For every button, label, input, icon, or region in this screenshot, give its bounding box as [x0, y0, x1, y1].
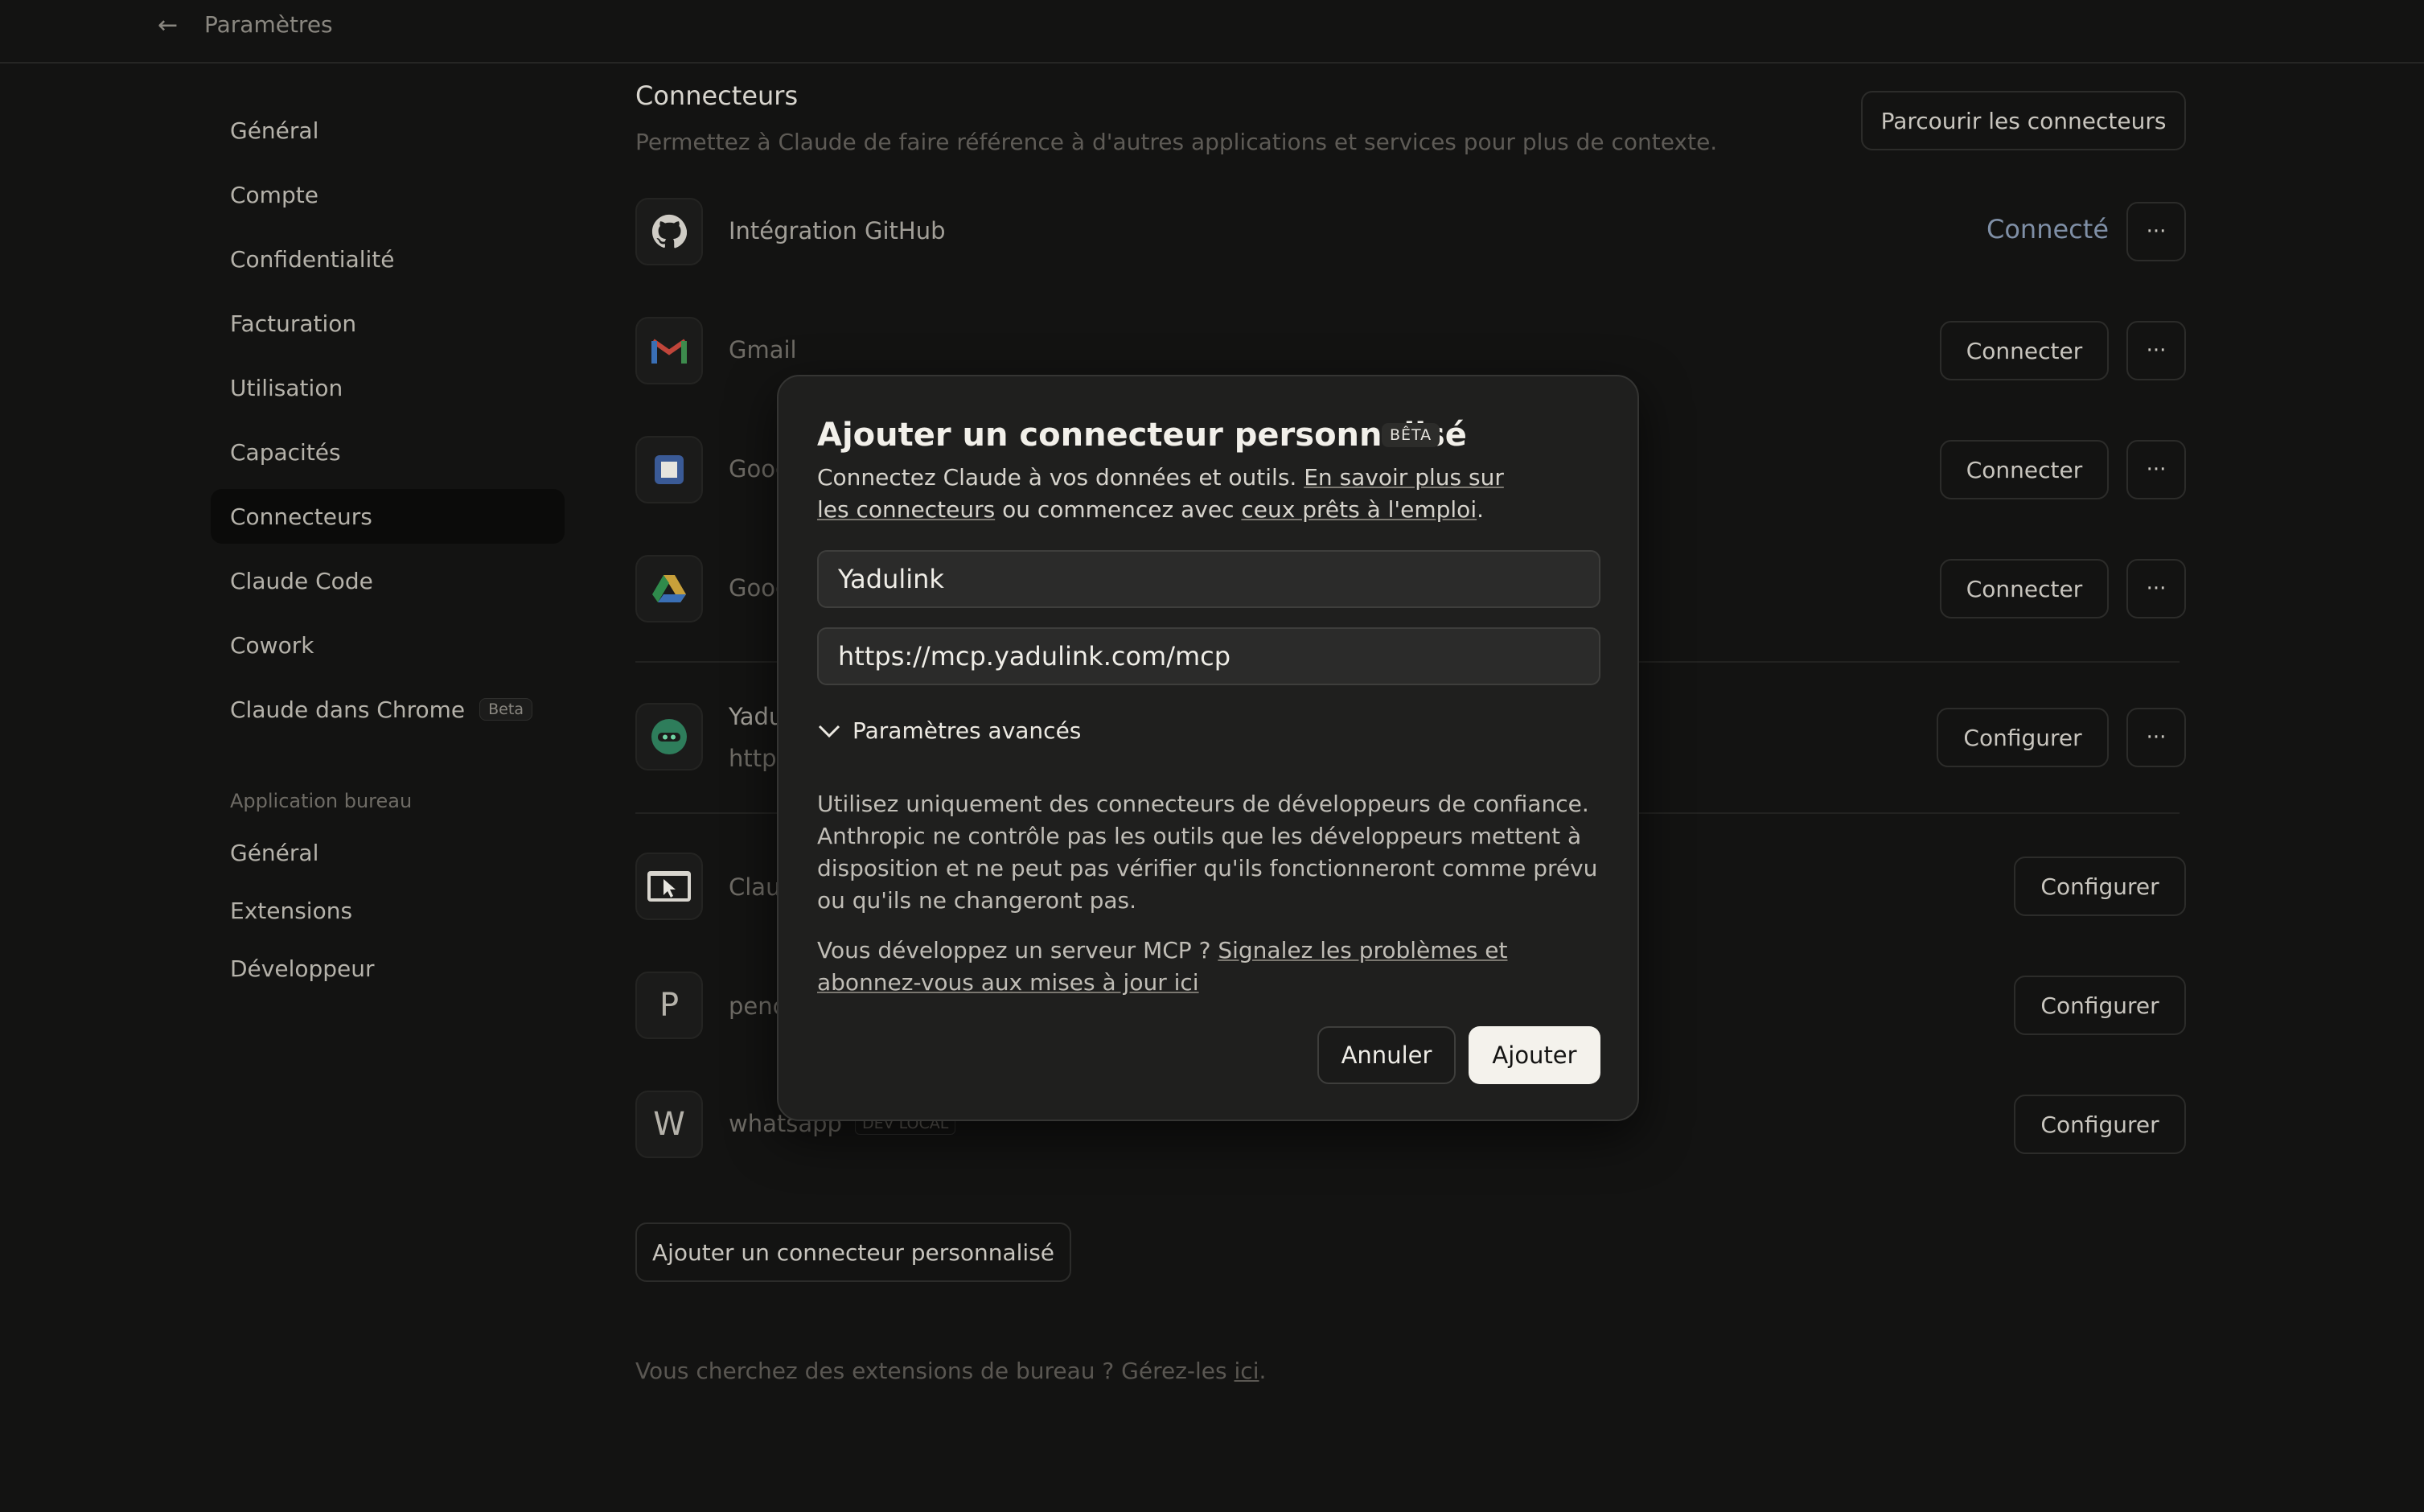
more-options-icon[interactable]: ··· [2126, 559, 2186, 618]
connector-name-gmail: Gmail [729, 336, 797, 364]
cancel-button[interactable]: Annuler [1317, 1026, 1456, 1084]
top-bar [0, 0, 2424, 64]
more-options-icon[interactable]: ··· [2126, 440, 2186, 499]
back-to-settings-link[interactable]: Paramètres [204, 11, 333, 38]
connected-status: Connecté [1986, 214, 2109, 244]
sidebar-section-title: Application bureau [230, 790, 413, 812]
connector-name-claude: Clau [729, 873, 781, 901]
sidebar-item-account[interactable]: Compte [211, 167, 565, 222]
cursor-window-icon [635, 853, 703, 920]
sidebar-item-label: Claude dans Chrome [230, 696, 466, 723]
connect-gmail-button[interactable]: Connecter [1940, 321, 2109, 380]
sidebar-item-desktop-general[interactable]: Général [211, 825, 565, 880]
add-custom-connector-dialog: Ajouter un connecteur personnalisé BÊTA … [777, 375, 1639, 1121]
configure-whatsapp-button[interactable]: Configurer [2014, 1095, 2186, 1154]
connect-google-drive-button[interactable]: Connecter [1940, 559, 2109, 618]
dialog-title: Ajouter un connecteur personnalisé [817, 417, 1467, 454]
sidebar-item-developer[interactable]: Développeur [211, 941, 565, 996]
sidebar-item-privacy[interactable]: Confidentialité [211, 232, 565, 286]
sidebar-item-claude-in-chrome[interactable]: Claude dans Chrome Beta [211, 682, 565, 737]
connector-name-yadulink: Yadu [729, 703, 784, 730]
github-icon [635, 198, 703, 265]
desc-text: . [1477, 496, 1484, 523]
mcp-text: Vous développez un serveur MCP ? [817, 937, 1218, 963]
manage-extensions-link[interactable]: ici [1235, 1358, 1259, 1384]
advanced-settings-toggle[interactable]: Paramètres avancés [817, 717, 1081, 744]
ready-to-use-link[interactable]: ceux prêts à l'emploi [1241, 496, 1477, 523]
gmail-icon [635, 317, 703, 384]
configure-p-button[interactable]: Configurer [2014, 976, 2186, 1035]
mcp-note: Vous développez un serveur MCP ? Signale… [817, 935, 1605, 999]
p-letter-icon: P [635, 972, 703, 1039]
yadulink-icon [635, 703, 703, 770]
sidebar-item-capabilities[interactable]: Capacités [211, 425, 565, 479]
footer-note: Vous cherchez des extensions de bureau ?… [635, 1358, 1266, 1384]
more-options-icon[interactable]: ··· [2126, 321, 2186, 380]
connector-name-github: Intégration GitHub [729, 217, 946, 244]
footer-end: . [1259, 1358, 1267, 1384]
google-drive-icon [635, 555, 703, 622]
w-letter-icon: W [635, 1091, 703, 1158]
trust-warning: Utilisez uniquement des connecteurs de d… [817, 791, 1598, 914]
page-title: Connecteurs [635, 80, 799, 111]
advanced-settings-label: Paramètres avancés [853, 717, 1082, 744]
beta-badge: Beta [479, 698, 532, 721]
configure-claude-button[interactable]: Configurer [2014, 857, 2186, 916]
sidebar-item-connectors[interactable]: Connecteurs [211, 489, 565, 544]
browse-connectors-button[interactable]: Parcourir les connecteurs [1861, 91, 2186, 150]
sidebar-item-extensions[interactable]: Extensions [211, 883, 565, 938]
sidebar-item-claude-code[interactable]: Claude Code [211, 553, 565, 608]
sidebar-item-cowork[interactable]: Cowork [211, 618, 565, 672]
add-button[interactable]: Ajouter [1469, 1026, 1600, 1084]
more-options-icon[interactable]: ··· [2126, 708, 2186, 767]
back-arrow-icon[interactable]: ← [158, 11, 178, 39]
more-options-icon[interactable]: ··· [2126, 202, 2186, 261]
google-calendar-icon [635, 436, 703, 503]
page-subtitle: Permettez à Claude de faire référence à … [635, 129, 1718, 155]
desc-text: Connectez Claude à vos données et outils… [817, 464, 1304, 491]
sidebar-item-usage[interactable]: Utilisation [211, 360, 565, 415]
add-custom-connector-button[interactable]: Ajouter un connecteur personnalisé [635, 1222, 1071, 1282]
connect-google-calendar-button[interactable]: Connecter [1940, 440, 2109, 499]
connector-name-field[interactable]: Yadulink [817, 550, 1600, 608]
sidebar-item-billing[interactable]: Facturation [211, 296, 565, 351]
desc-text: ou commencez avec [995, 496, 1242, 523]
connector-url-field[interactable]: https://mcp.yadulink.com/mcp [817, 627, 1600, 685]
footer-text: Vous cherchez des extensions de bureau ?… [635, 1358, 1235, 1384]
dialog-description: Connectez Claude à vos données et outils… [817, 462, 1541, 526]
sidebar-item-general[interactable]: Général [211, 103, 565, 158]
chevron-down-icon [818, 725, 840, 738]
configure-yadulink-button[interactable]: Configurer [1937, 708, 2109, 767]
beta-badge: BÊTA [1382, 423, 1440, 447]
